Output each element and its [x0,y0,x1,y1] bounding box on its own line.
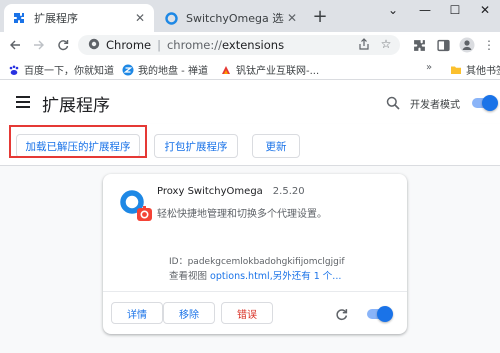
bookmark-label: 百度一下，你就知道 [24,66,114,77]
folder-icon [450,64,462,76]
details-button[interactable]: 详情 [111,302,163,324]
bookmark-label: 其他书签 [466,66,500,77]
bookmark-fantai[interactable]: 钒钛产业互联网-... [220,62,319,77]
side-panel-icon[interactable] [434,36,452,54]
switchyomega-icon [164,11,178,25]
reload-extension-icon[interactable] [335,306,349,321]
maximize-button[interactable]: ☐ [440,0,470,20]
pack-extension-button[interactable]: 打包扩展程序 [154,134,238,158]
bookmark-label: 钒钛产业互联网-... [236,66,320,77]
extension-card: Proxy SwitchyOmega 2.5.20 轻松快捷地管理和切换多个代理设… [103,174,407,334]
tab-switchyomega-options[interactable]: SwitchyOmega 选项 ✕ [156,4,306,32]
bookmarks-overflow-button[interactable]: » [426,62,432,73]
reload-button[interactable] [54,36,72,54]
bookmarks-bar: 百度一下，你就知道 我的地盘 - 禅道 钒钛产业互联网-... » 其他书签 [0,58,500,80]
close-tab-icon[interactable]: ✕ [284,10,300,26]
errors-button[interactable]: 错误 [221,302,273,324]
baidu-icon [8,64,20,76]
forward-button[interactable] [30,36,48,54]
menu-kebab-icon[interactable]: ⋮ [480,36,498,54]
extension-id: ID：padekgcemlokbadohgkifijomclgjgif [169,257,345,267]
extension-enable-toggle[interactable] [367,306,393,322]
bookmark-zentao[interactable]: 我的地盘 - 禅道 [122,62,208,77]
tab-strip: 扩展程序 ✕ SwitchyOmega 选项 ✕ + ⌄ — ☐ ✕ [0,0,500,32]
bookmark-other[interactable]: 其他书签 [450,62,500,77]
browser-toolbar: Chrome | chrome://extensions ☆ ⋮ [0,32,500,58]
address-bar[interactable]: Chrome | chrome://extensions [78,35,400,55]
new-tab-button[interactable]: + [310,6,330,27]
card-divider [103,291,407,292]
scheme-label: Chrome [106,38,152,52]
close-tab-icon[interactable]: ✕ [132,10,148,26]
dev-mode-toggle[interactable] [472,95,498,111]
extensions-puzzle-icon[interactable] [410,36,428,54]
update-button[interactable]: 更新 [252,134,300,158]
share-icon[interactable] [356,36,372,52]
url-text: chrome://extensions [166,38,285,52]
back-button[interactable] [6,36,24,54]
chrome-logo-icon [88,38,100,53]
remove-button[interactable]: 移除 [163,302,215,324]
dev-mode-label: 开发者模式 [410,100,460,111]
tab-title: 扩展程序 [34,12,78,25]
main-menu-icon[interactable] [16,96,30,108]
extension-name: Proxy SwitchyOmega 2.5.20 [157,186,305,197]
inspect-views-link[interactable]: options.html,另外还有 1 个... [210,271,341,282]
highlight-annotation-box [9,125,147,158]
tab-title: SwitchyOmega 选项 [186,12,284,25]
chevron-down-icon[interactable]: ⌄ [378,0,408,20]
profile-avatar[interactable] [458,36,476,54]
bookmark-icon [220,64,232,76]
inspect-views: 查看视图 options.html,另外还有 1 个... [169,271,342,282]
switchyomega-logo-icon [119,188,159,228]
extension-version: 2.5.20 [272,186,305,197]
puzzle-icon [12,11,26,25]
bookmark-label: 我的地盘 - 禅道 [138,66,208,77]
zentao-icon [122,64,134,76]
extensions-header: 扩展程序 开发者模式 [0,80,500,124]
extension-description: 轻松快捷地管理和切换多个代理设置。 [157,209,327,220]
bookmark-baidu[interactable]: 百度一下，你就知道 [8,62,114,77]
page-title: 扩展程序 [42,96,110,116]
search-icon[interactable] [386,95,402,111]
minimize-button[interactable]: — [410,0,440,20]
close-window-button[interactable]: ✕ [470,0,500,20]
bookmark-star-icon[interactable]: ☆ [378,36,394,52]
tab-extensions[interactable]: 扩展程序 ✕ [4,4,154,32]
